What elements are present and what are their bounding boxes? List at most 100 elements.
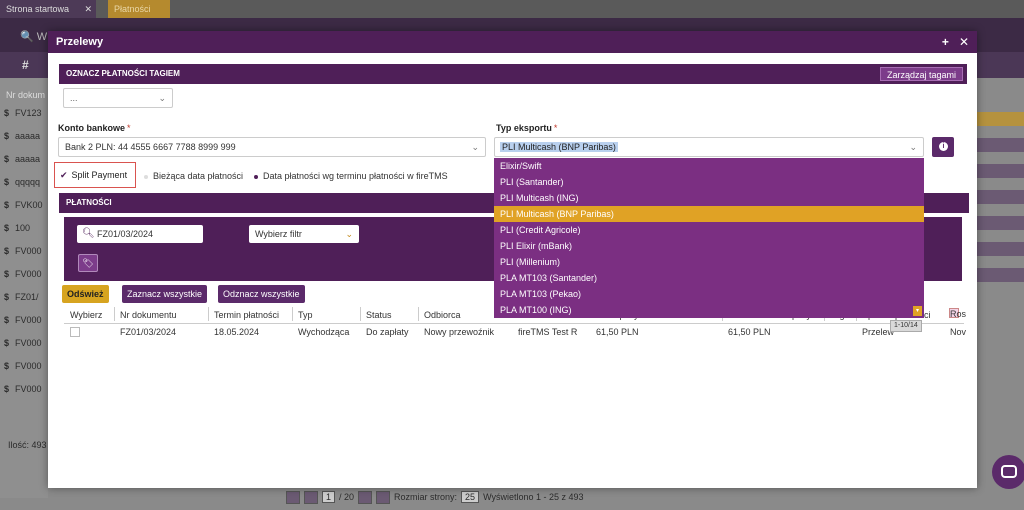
tag-select[interactable]: ... ⌄ <box>63 88 173 108</box>
background-right-bars <box>976 112 1024 294</box>
tab-home[interactable]: Strona startowa ✕ <box>0 0 96 18</box>
current-date-radio[interactable]: Bieżąca data płatności <box>144 171 243 181</box>
dropdown-option[interactable]: PLA MT103 (Santander) <box>494 270 924 286</box>
manage-tags-button[interactable]: Zarządzaj tagami <box>879 67 963 81</box>
page-number[interactable]: 1 <box>322 491 336 503</box>
shown-range: Wyświetlono 1 - 25 z 493 <box>483 492 584 502</box>
background-row[interactable]: $ FV000 <box>4 384 42 394</box>
col-header-status: Status <box>366 310 392 320</box>
cell-due-date: 18.05.2024 <box>214 327 260 337</box>
background-row[interactable]: $ FVK00 <box>4 200 43 210</box>
tab-payments[interactable]: Płatności <box>108 0 170 18</box>
cell-recipient: Nowy przewoźnik <box>424 327 495 337</box>
col-header-recipient: Odbiorca <box>424 310 461 320</box>
due-date-radio[interactable]: Data płatności wg terminu płatności w fi… <box>254 171 448 181</box>
row-checkbox[interactable] <box>70 327 80 337</box>
dollar-icon: $ <box>4 223 10 233</box>
background-row[interactable]: $ FV000 <box>4 315 42 325</box>
dollar-icon: $ <box>4 200 10 210</box>
cell-ros: Nov <box>950 327 967 337</box>
dropdown-option[interactable]: PLI Multicash (BNP Paribas) <box>494 206 924 222</box>
filter-select[interactable]: Wybierz filtr ⌄ <box>249 225 359 243</box>
close-icon[interactable]: ✕ <box>84 0 92 18</box>
dollar-icon: $ <box>4 246 10 256</box>
dollar-icon: $ <box>4 269 10 279</box>
dollar-icon: $ <box>4 384 10 394</box>
background-list <box>0 78 48 498</box>
close-icon[interactable]: ✕ <box>959 35 969 49</box>
bank-account-select[interactable]: Bank 2 PLN: 44 4555 6667 7788 8999 999 ⌄ <box>58 137 486 157</box>
page-size-label: Rozmiar strony: <box>394 492 458 502</box>
export-type-dropdown: Elixir/Swift PLI (Santander) PLI Multicash… <box>494 158 924 318</box>
add-icon[interactable]: + <box>942 35 949 49</box>
dropdown-option[interactable]: Elixir/Swift <box>494 158 924 174</box>
bank-account-label: Konto bankowe * <box>58 123 131 133</box>
background-row[interactable]: $ FV000 <box>4 246 42 256</box>
col-header-due-date: Termin płatności <box>214 310 280 320</box>
cell-doc-number: FZ01/03/2024 <box>120 327 177 337</box>
info-button[interactable]: i <box>932 137 954 157</box>
background-row[interactable]: $ qqqqq <box>4 177 40 187</box>
prev-page-button[interactable] <box>304 490 318 504</box>
background-pager: 1 / 20 Rozmiar strony: 25 Wyświetlono 1 … <box>286 489 584 505</box>
cell-remaining: 61,50 PLN <box>728 327 771 337</box>
select-all-button[interactable]: Zaznacz wszystkie <box>122 285 208 303</box>
modal-title: Przelewy <box>56 36 104 48</box>
background-row[interactable]: $ aaaaa <box>4 154 40 164</box>
refresh-button[interactable]: Odśwież <box>62 285 109 303</box>
search-icon: 🔍 <box>20 31 34 43</box>
tag-icon[interactable]: 🏷 <box>78 254 98 272</box>
background-row[interactable]: $ aaaaa <box>4 131 40 141</box>
background-row[interactable]: $ FZ01/ <box>4 292 39 302</box>
col-header-doc-number: Nr dokumentu <box>120 310 177 320</box>
search-icon: 🔍︎ <box>82 228 95 239</box>
dollar-icon: $ <box>4 292 10 302</box>
dropdown-option[interactable]: PLA MT103 (Pekao) <box>494 286 924 302</box>
chevron-down-icon: ⌄ <box>158 93 166 103</box>
cell-type: Wychodząca <box>298 327 350 337</box>
dropdown-option[interactable]: PLI (Santander) <box>494 174 924 190</box>
chat-icon <box>1001 465 1017 478</box>
dollar-icon: $ <box>4 338 10 348</box>
cell-to-pay: 61,50 PLN <box>596 327 639 337</box>
export-type-select[interactable]: PLI Multicash (BNP Paribas) ⌄ <box>494 137 924 157</box>
tag-section-header: OZNACZ PŁATNOŚCI TAGIEM Zarządzaj tagami <box>59 64 967 84</box>
dropdown-option[interactable]: PLI (Millenium) <box>494 254 924 270</box>
background-row[interactable]: $100 <box>4 223 30 233</box>
chevron-down-icon: ⌄ <box>909 142 917 152</box>
hash-icon: # <box>22 58 29 72</box>
dropdown-option[interactable]: PLI Elixir (mBank) <box>494 238 924 254</box>
col-header-select: Wybierz <box>70 310 103 320</box>
radio-icon <box>144 174 148 179</box>
check-icon: ✔ <box>60 170 68 180</box>
background-search: 🔍 W <box>20 31 48 43</box>
search-input[interactable]: 🔍︎ FZ01/03/2024 <box>77 225 203 243</box>
next-page-button[interactable] <box>358 490 373 504</box>
col-header-type: Typ <box>298 310 313 320</box>
page-size[interactable]: 25 <box>461 491 480 503</box>
dollar-icon: $ <box>4 154 10 164</box>
dollar-icon: $ <box>4 108 10 118</box>
unselect-all-button[interactable]: Odznacz wszystkie <box>218 285 305 303</box>
last-page-button[interactable] <box>376 490 391 504</box>
first-page-button[interactable] <box>286 490 300 504</box>
background-row[interactable]: $ FV123 <box>4 108 42 118</box>
background-count: Ilość: 493 <box>8 440 47 450</box>
scroll-down-icon[interactable]: ▾ <box>913 306 922 316</box>
dropdown-count: 1-10/14 <box>890 320 922 332</box>
dropdown-option[interactable]: PLI (Credit Agricole) <box>494 222 924 238</box>
dropdown-option[interactable]: PLI Multicash (ING) <box>494 190 924 206</box>
background-tab-bar: Strona startowa ✕ Płatności <box>0 0 1024 18</box>
background-row[interactable]: $ FV000 <box>4 338 42 348</box>
cell-recipient-2: fireTMS Test R <box>518 327 578 337</box>
dollar-icon: $ <box>4 177 10 187</box>
dollar-icon: $ <box>4 131 10 141</box>
dollar-icon: $ <box>4 315 10 325</box>
chevron-down-icon: ⌄ <box>471 142 479 152</box>
chat-button[interactable] <box>992 455 1024 489</box>
export-type-label: Typ eksportu * <box>496 123 558 133</box>
background-row[interactable]: $ FV000 <box>4 269 42 279</box>
background-row[interactable]: $ FV000 <box>4 361 42 371</box>
dropdown-option[interactable]: PLA MT100 (ING) <box>494 302 924 318</box>
split-payment-checkbox[interactable]: ✔ Split Payment <box>54 162 136 188</box>
